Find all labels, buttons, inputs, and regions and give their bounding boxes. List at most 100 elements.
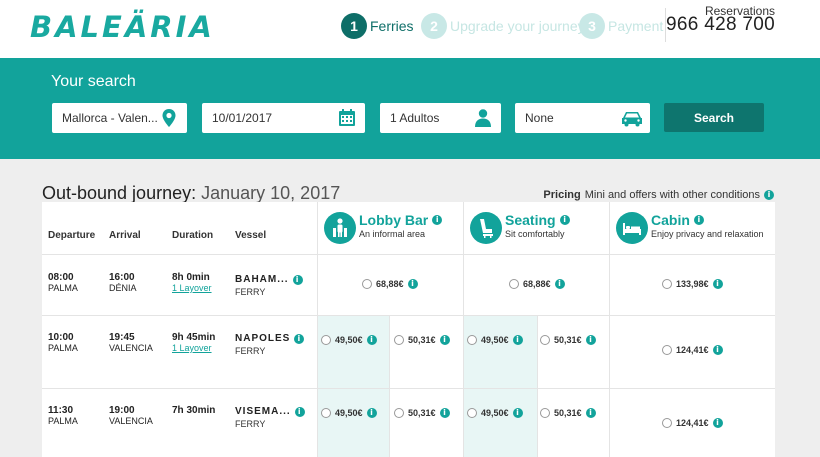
class-description: Enjoy privacy and relaxation <box>651 229 764 239</box>
journey-prefix: Out-bound journey: <box>42 183 197 203</box>
vessel-cell: VISEMA... i FERRY <box>235 406 305 430</box>
price-option-lobby[interactable]: 50,31€ i <box>394 335 450 345</box>
search-button[interactable]: Search <box>664 103 764 132</box>
person-icon <box>324 212 356 244</box>
search-title: Your search <box>51 73 136 90</box>
vehicle-field[interactable]: None <box>515 103 650 133</box>
radio-button[interactable] <box>362 279 372 289</box>
car-icon <box>622 112 642 127</box>
radio-button[interactable] <box>662 345 672 355</box>
price-option-lobby[interactable]: 49,50€ i <box>321 335 377 345</box>
seat-icon <box>470 212 502 244</box>
info-icon[interactable]: i <box>512 335 523 345</box>
radio-button[interactable] <box>540 335 550 345</box>
vessel-cell: NAPOLES i FERRY <box>235 333 305 357</box>
price-option-lobby[interactable]: 49,50€ i <box>321 408 377 418</box>
date-field[interactable]: 10/01/2017 <box>202 103 365 133</box>
info-icon[interactable]: i <box>693 215 704 225</box>
class-description: An informal area <box>359 229 426 239</box>
divider <box>463 202 464 457</box>
info-icon[interactable]: i <box>585 335 596 345</box>
vessel-cell: BAHAM... i FERRY <box>235 274 303 298</box>
class-description: Sit comfortably <box>505 229 565 239</box>
price-option-cabin[interactable]: 124,41€ i <box>662 418 723 428</box>
radio-button[interactable] <box>662 418 672 428</box>
passengers-value: 1 Adultos <box>390 111 440 125</box>
step-label: Upgrade your journey <box>450 18 585 34</box>
info-icon[interactable]: i <box>439 335 450 345</box>
duration-cell: 7h 30min <box>172 405 216 416</box>
radio-button[interactable] <box>467 335 477 345</box>
radio-button[interactable] <box>540 408 550 418</box>
info-icon[interactable]: i <box>764 190 774 200</box>
price-option-lobby[interactable]: 50,31€ i <box>394 408 450 418</box>
info-icon[interactable]: i <box>554 279 565 289</box>
info-icon[interactable]: i <box>407 279 418 289</box>
column-header-duration: Duration <box>172 230 214 241</box>
class-name: Cabin i <box>651 212 764 228</box>
price-option-cabin[interactable]: 133,98€ i <box>662 279 723 289</box>
radio-button[interactable] <box>394 408 404 418</box>
route-field[interactable]: Mallorca - Valen... <box>52 103 187 133</box>
price-option-seating[interactable]: 68,88€ i <box>509 279 565 289</box>
class-header-cabin: Cabin i Enjoy privacy and relaxation <box>616 212 764 244</box>
departure-cell: 10:00 PALMA <box>48 332 78 353</box>
step-ferries: 1 Ferries <box>341 13 414 39</box>
price-option-cabin[interactable]: 124,41€ i <box>662 345 723 355</box>
class-name: Seating i <box>505 212 570 228</box>
info-icon[interactable]: i <box>585 408 596 418</box>
pricing-label: Pricing <box>543 189 581 201</box>
step-number: 3 <box>579 13 605 39</box>
arrival-cell: 19:00 VALENCIA <box>109 405 153 426</box>
departure-cell: 11:30 PALMA <box>48 405 78 426</box>
bed-icon <box>616 212 648 244</box>
info-icon[interactable]: i <box>712 345 723 355</box>
info-icon[interactable]: i <box>712 279 723 289</box>
radio-button[interactable] <box>509 279 519 289</box>
arrival-cell: 16:00 DÉNIA <box>109 272 137 293</box>
radio-button[interactable] <box>321 408 331 418</box>
step-label: Payment <box>608 18 664 34</box>
step-payment: 3 Payment <box>579 13 663 39</box>
price-option-seating[interactable]: 49,50€ i <box>467 335 523 345</box>
reservations-phone[interactable]: 966 428 700 <box>666 14 775 36</box>
duration-cell: 9h 45min 1 Layover <box>172 332 216 353</box>
column-header-vessel: Vessel <box>235 230 267 241</box>
radio-button[interactable] <box>662 279 672 289</box>
pricing-text: Mini and offers with other conditions <box>584 189 760 201</box>
divider <box>537 315 538 457</box>
info-icon[interactable]: i <box>366 335 377 345</box>
class-header-lobby-bar: Lobby Bar i An informal area <box>324 212 443 244</box>
price-option-seating[interactable]: 49,50€ i <box>467 408 523 418</box>
price-option-seating[interactable]: 50,31€ i <box>540 335 596 345</box>
person-icon <box>475 109 491 127</box>
info-icon[interactable]: i <box>294 407 305 417</box>
column-header-arrival: Arrival <box>109 230 141 241</box>
passengers-field[interactable]: 1 Adultos <box>380 103 501 133</box>
info-icon[interactable]: i <box>432 215 443 225</box>
radio-button[interactable] <box>467 408 477 418</box>
location-pin-icon <box>162 109 176 127</box>
info-icon[interactable]: i <box>512 408 523 418</box>
date-value: 10/01/2017 <box>212 111 273 125</box>
info-icon[interactable]: i <box>712 418 723 428</box>
radio-button[interactable] <box>321 335 331 345</box>
layover-link[interactable]: 1 Layover <box>172 283 212 293</box>
balearia-logo[interactable]: BALEÄRIA <box>30 10 215 44</box>
class-header-seating: Seating i Sit comfortably <box>470 212 570 244</box>
info-icon[interactable]: i <box>439 408 450 418</box>
divider <box>317 202 318 457</box>
radio-button[interactable] <box>394 335 404 345</box>
class-name: Lobby Bar i <box>359 212 443 228</box>
journey-table: Departure Arrival Duration Vessel Lobby … <box>42 202 775 457</box>
duration-cell: 8h 0min 1 Layover <box>172 272 212 293</box>
price-option-lobby[interactable]: 68,88€ i <box>362 279 418 289</box>
info-icon[interactable]: i <box>294 334 305 344</box>
layover-link[interactable]: 1 Layover <box>172 343 212 353</box>
info-icon[interactable]: i <box>366 408 377 418</box>
step-upgrade: 2 Upgrade your journey <box>421 13 585 39</box>
arrival-cell: 19:45 VALENCIA <box>109 332 153 353</box>
info-icon[interactable]: i <box>559 215 570 225</box>
price-option-seating[interactable]: 50,31€ i <box>540 408 596 418</box>
info-icon[interactable]: i <box>292 275 303 285</box>
